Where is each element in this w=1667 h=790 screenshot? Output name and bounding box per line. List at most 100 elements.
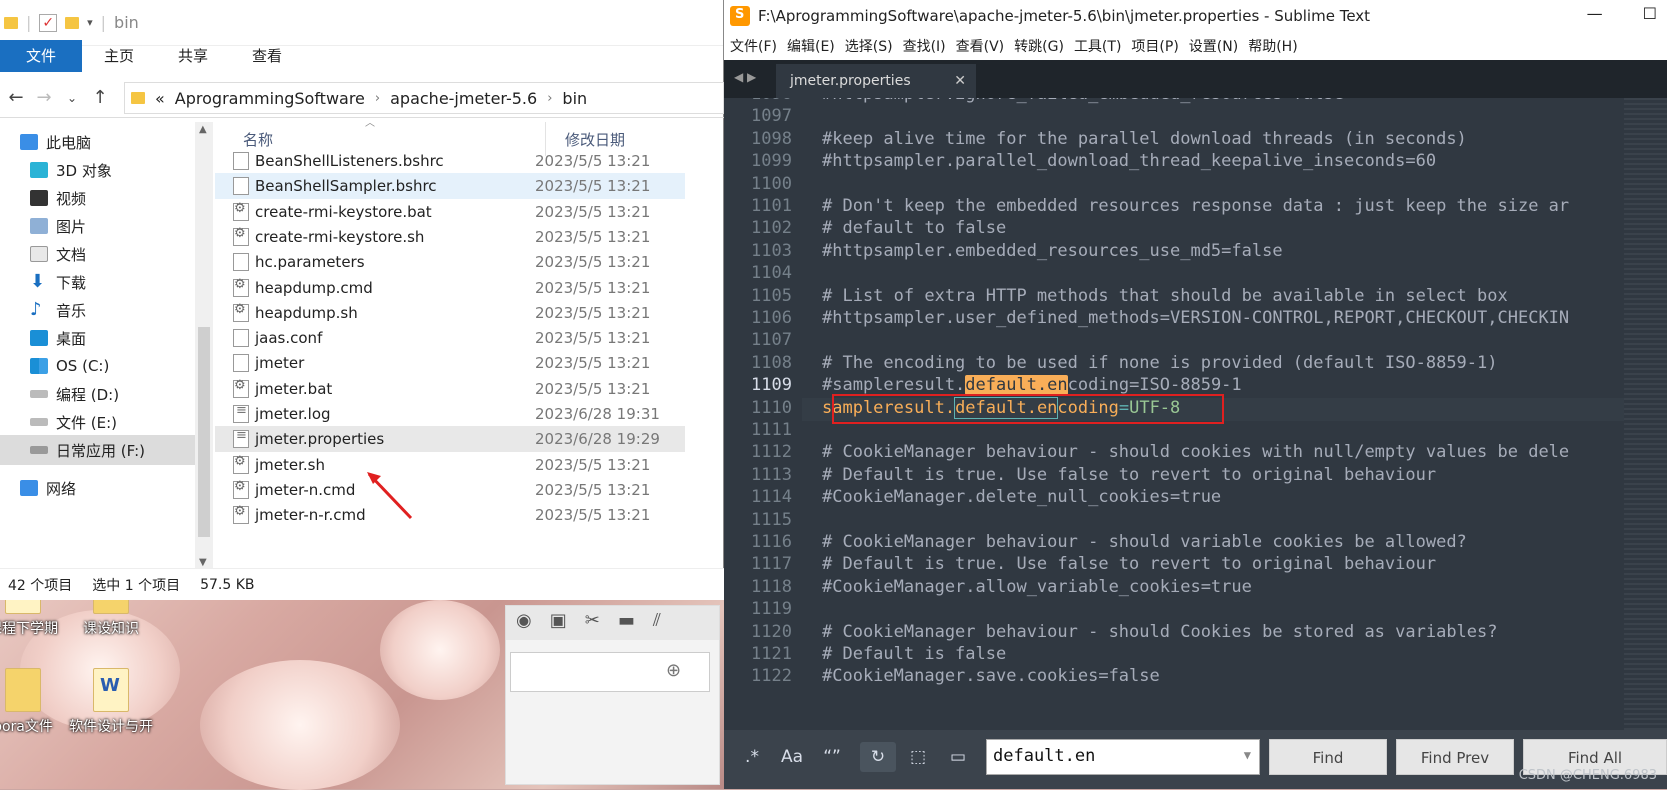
nav-item-3d-objects[interactable]: 3D 对象 (0, 155, 195, 185)
menu-project[interactable]: 项目(P) (1131, 36, 1178, 56)
minimize-icon[interactable]: — (1587, 4, 1603, 23)
code-line[interactable]: # Default is false (822, 644, 1006, 664)
regex-toggle[interactable]: .* (734, 742, 770, 772)
new-folder-icon[interactable] (65, 16, 80, 29)
tab-view[interactable]: 查看 (230, 40, 304, 72)
nav-item-drive-c[interactable]: OS (C:) (0, 351, 195, 381)
table-row[interactable]: jmeter.log 2023/6/28 19:31 (215, 401, 685, 427)
nav-item-documents[interactable]: 文档 (0, 239, 195, 269)
tab-jmeter-properties[interactable]: jmeter.properties ✕ (776, 64, 976, 98)
menu-edit[interactable]: 编辑(E) (787, 36, 835, 56)
wrap-toggle[interactable]: ↻ (860, 742, 896, 772)
highlight-matches-toggle[interactable]: ▭ (940, 742, 976, 772)
code-line[interactable]: # default to false (822, 218, 1006, 238)
table-row[interactable]: jmeter-n-r.cmd 2023/5/5 13:21 (215, 502, 685, 528)
desktop-icon-software[interactable]: W 软件设计与开 (66, 668, 156, 736)
maximize-icon[interactable]: ☐ (1643, 4, 1657, 23)
table-row[interactable]: BeanShellListeners.bshrc 2023/5/5 13:21 (215, 148, 685, 174)
menu-goto[interactable]: 转跳(G) (1014, 36, 1064, 56)
nav-item-drive-f[interactable]: 日常应用 (F:) (0, 435, 195, 465)
breadcrumb-item[interactable]: apache-jmeter-5.6 (390, 89, 537, 108)
nav-item-network[interactable]: 网络 (0, 473, 195, 503)
table-row[interactable]: hc.parameters 2023/5/5 13:21 (215, 249, 685, 275)
menu-tools[interactable]: 工具(T) (1074, 36, 1121, 56)
table-row[interactable]: create-rmi-keystore.bat 2023/5/5 13:21 (215, 199, 685, 225)
code-line[interactable]: # Don't keep the embedded resources resp… (822, 196, 1569, 216)
quick-access-dropdown-icon[interactable]: ▾ (87, 16, 93, 29)
desktop-icon-typora[interactable]: pora文件 (0, 668, 68, 736)
breadcrumb-item[interactable]: AprogrammingSoftware (175, 89, 365, 108)
minimap[interactable] (1624, 98, 1667, 730)
back-button[interactable]: ← (2, 87, 30, 108)
properties-icon[interactable]: ✓ (39, 13, 58, 32)
close-icon[interactable]: ✕ (954, 73, 966, 89)
chevron-right-icon[interactable]: › (547, 91, 552, 106)
up-button[interactable]: ↑ (86, 87, 114, 108)
case-sensitive-toggle[interactable]: Aa (774, 742, 810, 772)
address-box[interactable]: « AprogrammingSoftware › apache-jmeter-5… (124, 82, 724, 114)
code-line[interactable]: # The encoding to be used if none is pro… (822, 353, 1498, 373)
menu-view[interactable]: 查看(V) (956, 36, 1005, 56)
code-line[interactable]: #httpsampler.parallel_download_thread_ke… (822, 151, 1436, 171)
nav-item-pictures[interactable]: 图片 (0, 211, 195, 241)
nav-item-downloads[interactable]: ⬇ 下载 (0, 267, 195, 297)
tab-share[interactable]: 共享 (156, 40, 230, 72)
menu-preferences[interactable]: 设置(N) (1189, 36, 1238, 56)
forward-button[interactable]: → (30, 87, 58, 108)
table-row[interactable]: jmeter.bat 2023/5/5 13:21 (215, 376, 685, 402)
tab-nav-arrows-icon[interactable]: ◀ ▶ (734, 70, 756, 84)
breadcrumb-overflow[interactable]: « (155, 89, 165, 108)
menu-help[interactable]: 帮助(H) (1248, 36, 1297, 56)
column-header-name[interactable]: 名称 (243, 129, 273, 150)
in-selection-toggle[interactable]: ⬚ (900, 742, 936, 772)
code-line[interactable]: # List of extra HTTP methods that should… (822, 286, 1508, 306)
find-button[interactable]: Find (1269, 739, 1387, 775)
table-row[interactable]: jmeter.sh 2023/5/5 13:21 (215, 452, 685, 478)
chevron-right-icon[interactable]: › (375, 91, 380, 106)
find-history-dropdown-icon[interactable]: ▼ (1244, 748, 1251, 762)
code-line[interactable]: # CookieManager behaviour - should Cooki… (822, 622, 1498, 642)
nav-item-drive-d[interactable]: 编程 (D:) (0, 379, 195, 409)
nav-item-this-pc[interactable]: 此电脑 (0, 127, 195, 157)
code-line[interactable]: # Default is true. Use false to revert t… (822, 554, 1436, 574)
tab-home[interactable]: 主页 (82, 40, 156, 72)
whole-word-toggle[interactable]: “” (814, 742, 850, 772)
table-row[interactable]: create-rmi-keystore.sh 2023/5/5 13:21 (215, 224, 685, 250)
scrollbar-thumb[interactable] (198, 327, 210, 537)
recent-locations-chevron-icon[interactable]: ⌄ (58, 91, 86, 105)
menu-file[interactable]: 文件(F) (730, 36, 777, 56)
nav-item-music[interactable]: ♪ 音乐 (0, 295, 195, 325)
nav-item-desktop[interactable]: 桌面 (0, 323, 195, 353)
code-line[interactable]: # CookieManager behaviour - should varia… (822, 532, 1467, 552)
find-input[interactable]: default.en ▼ (986, 739, 1260, 775)
nav-scrollbar[interactable]: ▲ ▼ (195, 122, 213, 570)
code-line[interactable]: # CookieManager behaviour - should cooki… (822, 442, 1569, 462)
tab-file[interactable]: 文件 (0, 40, 83, 72)
table-row[interactable]: jmeter.properties 2023/6/28 19:29 (215, 426, 685, 453)
code-line[interactable]: #CookieManager.delete_null_cookies=true (822, 487, 1221, 507)
breadcrumb-item[interactable]: bin (562, 89, 587, 108)
code-line[interactable]: #httpsampler.user_defined_methods=VERSIO… (822, 308, 1569, 328)
scroll-up-icon[interactable]: ▲ (199, 124, 207, 135)
code-editor[interactable]: #httpsampler.ignore_failed_embedded_reso… (802, 98, 1624, 730)
menu-find[interactable]: 查找(I) (903, 36, 946, 56)
table-row[interactable]: heapdump.cmd 2023/5/5 13:21 (215, 275, 685, 301)
nav-item-drive-e[interactable]: 文件 (E:) (0, 407, 195, 437)
code-line[interactable]: #httpsampler.ignore_failed_embedded_reso… (822, 98, 1344, 104)
code-line[interactable]: #CookieManager.save.cookies=false (822, 666, 1160, 686)
table-row[interactable]: heapdump.sh 2023/5/5 13:21 (215, 300, 685, 326)
find-prev-button[interactable]: Find Prev (1396, 739, 1514, 775)
column-header-date[interactable]: 修改日期 (565, 129, 625, 150)
code-line[interactable]: #sampleresult.default.encoding=ISO-8859-… (822, 375, 1242, 396)
table-row[interactable]: jmeter 2023/5/5 13:21 (215, 350, 685, 376)
code-line[interactable]: #CookieManager.allow_variable_cookies=tr… (822, 577, 1252, 597)
table-row[interactable]: BeanShellSampler.bshrc 2023/5/5 13:21 (215, 173, 685, 200)
scroll-down-icon[interactable]: ▼ (199, 557, 207, 568)
table-row[interactable]: jmeter-n.cmd 2023/5/5 13:21 (215, 477, 685, 503)
code-line[interactable]: #keep alive time for the parallel downlo… (822, 129, 1467, 149)
code-line[interactable]: # Default is true. Use false to revert t… (822, 465, 1436, 485)
table-row[interactable]: jaas.conf 2023/5/5 13:21 (215, 325, 685, 351)
menu-selection[interactable]: 选择(S) (845, 36, 893, 56)
code-line[interactable]: #httpsampler.embedded_resources_use_md5=… (822, 241, 1283, 261)
nav-item-videos[interactable]: 视频 (0, 183, 195, 213)
